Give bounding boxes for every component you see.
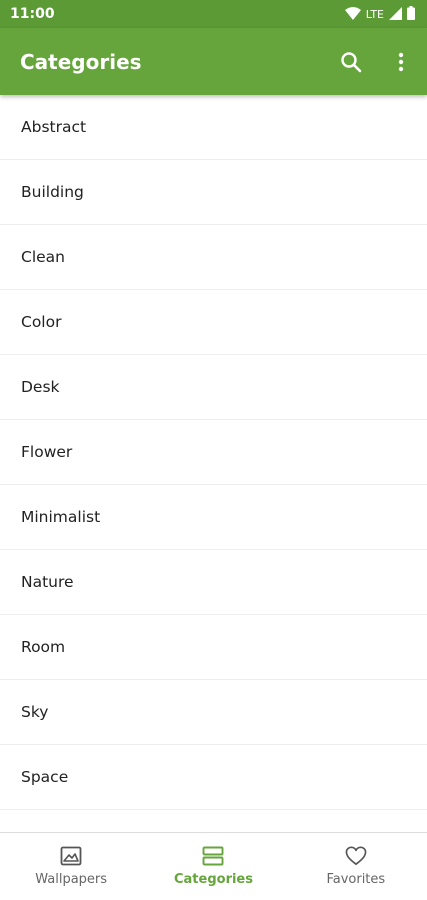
category-label: Room <box>21 638 66 656</box>
category-item-sky[interactable]: Sky <box>0 680 427 745</box>
page-title: Categories <box>20 49 142 74</box>
categories-icon <box>203 846 224 866</box>
category-label: Sky <box>21 703 49 721</box>
category-label: Flower <box>21 443 73 461</box>
category-item-clean[interactable]: Clean <box>0 225 427 290</box>
app-bar: Categories <box>0 28 427 95</box>
category-label: Building <box>21 183 84 201</box>
nav-favorites[interactable]: Favorites <box>285 833 427 900</box>
category-label: Minimalist <box>21 508 101 526</box>
app-bar-actions <box>337 48 415 76</box>
nav-label: Wallpapers <box>35 872 108 887</box>
wifi-icon <box>344 5 361 24</box>
nav-categories[interactable]: Categories <box>142 833 284 900</box>
search-button[interactable] <box>337 48 365 76</box>
category-item-nature[interactable]: Nature <box>0 550 427 615</box>
battery-icon <box>407 5 415 24</box>
network-type: LTE <box>365 7 384 21</box>
status-time: 11:00 <box>10 6 55 22</box>
category-item-space[interactable]: Space <box>0 745 427 810</box>
category-label: Abstract <box>21 118 87 136</box>
signal-icon <box>389 5 402 24</box>
status-icons: LTE <box>344 5 415 24</box>
nav-label: Categories <box>173 872 253 887</box>
nav-label: Favorites <box>326 872 386 887</box>
nav-wallpapers[interactable]: Wallpapers <box>0 833 142 900</box>
category-item-color[interactable]: Color <box>0 290 427 355</box>
more-vertical-icon <box>398 52 404 71</box>
bottom-navigation: Wallpapers Categories Favorites <box>0 832 427 900</box>
category-item-minimalist[interactable]: Minimalist <box>0 485 427 550</box>
category-item-flower[interactable]: Flower <box>0 420 427 485</box>
search-icon <box>341 51 362 72</box>
image-icon <box>60 846 82 866</box>
more-options-button[interactable] <box>387 48 415 76</box>
category-label: Color <box>21 313 62 331</box>
category-item-desk[interactable]: Desk <box>0 355 427 420</box>
category-label: Space <box>21 768 69 786</box>
category-label: Nature <box>21 573 74 591</box>
heart-icon <box>345 846 367 865</box>
category-label: Clean <box>21 248 65 266</box>
category-item-room[interactable]: Room <box>0 615 427 680</box>
status-bar: 11:00 LTE <box>0 0 427 28</box>
category-list[interactable]: Abstract Building Clean Color Desk Flowe… <box>0 95 427 832</box>
category-item-building[interactable]: Building <box>0 160 427 225</box>
category-item-abstract[interactable]: Abstract <box>0 95 427 160</box>
category-label: Desk <box>21 378 60 396</box>
